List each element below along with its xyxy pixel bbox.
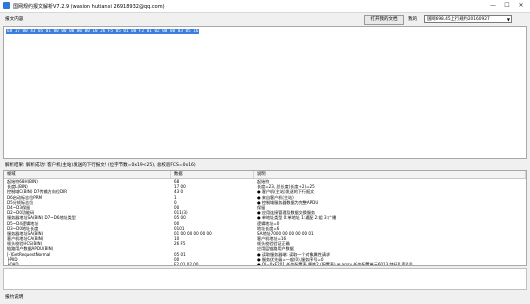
table-row[interactable]: └OAD F2 01 02 00 ● OI=0xF201 任务配置表 属性2 (配置…	[4, 262, 526, 266]
protocol-select[interactable]: 国网698.45上行规约20160927 ▼	[424, 15, 512, 23]
column-header-description[interactable]: 说明	[254, 171, 526, 178]
cell-data: F2 01 02 00	[174, 262, 199, 266]
title-bar: 国网规约报文解析V7.2.9 (wasion hutianxi 26918932…	[0, 0, 530, 13]
parse-result-table[interactable]: 帧域 数据 说明 起始符68H(BIN) 68 起始符 长度L(BIN) 17 00 长度…	[3, 170, 527, 266]
column-header-data[interactable]: 数据	[171, 171, 254, 178]
window-controls: — ☐ ✕	[486, 1, 528, 10]
open-doc-button[interactable]: 打开我的文档	[364, 15, 404, 25]
message-input[interactable]: 68 17 00 43 05 01 00 00 00 00 00 10 26 F…	[3, 26, 527, 159]
protocol-select-value: 国网698.45上行规约20160927	[427, 17, 490, 22]
protocol-description-area[interactable]	[3, 268, 527, 290]
minimize-button[interactable]: —	[486, 1, 500, 10]
table-header: 帧域 数据 说明	[4, 171, 526, 179]
toolbar: 报文内容 打开我的文档 我的 国网698.45上行规约20160927 ▼	[0, 13, 530, 25]
chevron-down-icon: ▼	[506, 17, 510, 22]
parse-result-summary: 解析结果: 解析成功! 客户机(主站)发送的下行报文! (位字节数=0x19<2…	[5, 163, 196, 168]
maximize-button[interactable]: ☐	[500, 1, 514, 10]
table-body: 起始符68H(BIN) 68 起始符 长度L(BIN) 17 00 长度=23, 总长度(…	[4, 179, 526, 266]
my-label: 我的	[408, 17, 418, 22]
column-header-frame-field[interactable]: 帧域	[4, 171, 171, 178]
cell-frame-field: └OAD	[7, 262, 19, 266]
window-title: 国网规约报文解析V7.2.9 (wasion hutianxi 26918932…	[13, 4, 165, 10]
status-bar: 报约说明	[0, 292, 530, 304]
app-icon	[3, 2, 10, 9]
content-label: 报文内容	[5, 17, 24, 22]
status-label: 报约说明	[5, 295, 24, 300]
close-button[interactable]: ✕	[514, 1, 528, 10]
hex-message-text: 68 17 00 43 05 01 00 00 00 00 00 10 26 F…	[6, 29, 200, 34]
cell-description: ● OI=0xF201 任务配置表 属性2 (配置表) ⊞ arrsy 任务配置…	[257, 262, 413, 266]
